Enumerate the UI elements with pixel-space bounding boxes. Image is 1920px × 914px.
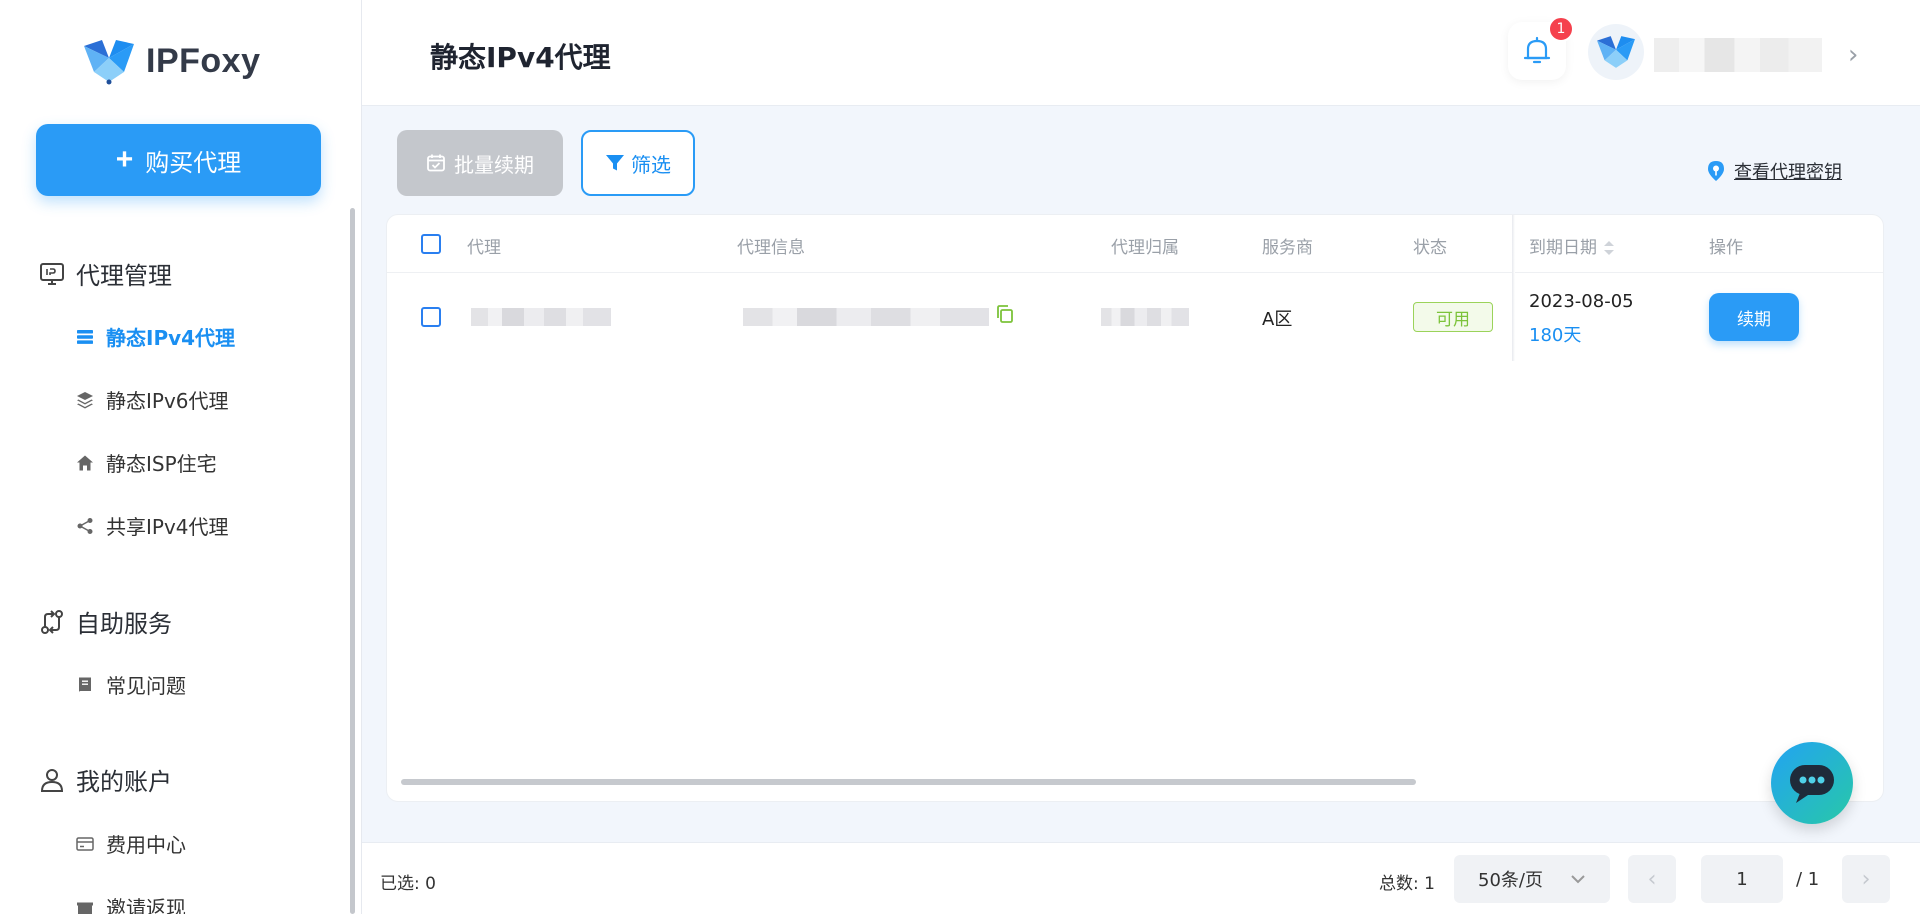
- sidebar-item-label: 静态IPv6代理: [106, 389, 229, 413]
- section-my-account[interactable]: 我的账户: [38, 762, 172, 797]
- sort-icon: [1604, 241, 1614, 255]
- chevron-left-icon: ‹: [1647, 866, 1657, 892]
- table-horizontal-scrollbar[interactable]: [401, 779, 1416, 785]
- prev-page-button[interactable]: ‹: [1628, 855, 1676, 903]
- location-key-icon: [1708, 161, 1724, 181]
- calendar-check-icon: [427, 154, 445, 172]
- provider-cell: A区: [1262, 309, 1293, 330]
- row-checkbox[interactable]: [421, 307, 441, 327]
- view-proxy-key-label: 查看代理密钥: [1734, 162, 1842, 183]
- sidebar-item-faq[interactable]: 常见问题: [76, 670, 186, 699]
- filter-label: 筛选: [631, 154, 671, 177]
- credit-card-icon: [76, 836, 94, 851]
- section-label: 自助服务: [76, 610, 172, 638]
- fox-avatar-icon: [1597, 36, 1635, 68]
- col-expiry[interactable]: 到期日期: [1529, 233, 1615, 258]
- chat-support-button[interactable]: [1771, 742, 1853, 824]
- copy-icon[interactable]: [995, 304, 1015, 324]
- renew-button[interactable]: 续期: [1709, 293, 1799, 341]
- total-pages: / 1: [1796, 869, 1820, 890]
- sidebar-item-label: 静态IPv4代理: [106, 326, 236, 350]
- ip-monitor-icon: [40, 262, 64, 285]
- page-size-value: 50条/页: [1478, 870, 1543, 891]
- buy-proxy-label: 购买代理: [145, 149, 242, 177]
- col-provider: 服务商: [1262, 238, 1313, 258]
- user-icon: [40, 768, 64, 792]
- pagination-bar: 已选: 0 总数: 1 50条/页 ‹ / 1 ›: [362, 842, 1920, 914]
- chevron-right-icon: ›: [1861, 866, 1871, 892]
- proxy-info-redacted: [743, 308, 989, 326]
- sidebar-item-static-isp[interactable]: 静态ISP住宅: [76, 448, 217, 477]
- top-header: 静态IPv4代理 1 ›: [362, 0, 1920, 106]
- chat-bubble-icon: [1790, 765, 1834, 803]
- sidebar-item-label: 常见问题: [106, 674, 186, 698]
- page-number-input[interactable]: [1701, 855, 1783, 903]
- total-count: 总数: 1: [1379, 874, 1435, 894]
- section-self-service[interactable]: 自助服务: [38, 604, 172, 639]
- exchange-icon: [41, 609, 63, 634]
- sidebar-item-label: 共享IPv4代理: [106, 515, 229, 539]
- brand-logo[interactable]: IPFoxy: [80, 36, 260, 86]
- view-proxy-key-link[interactable]: 查看代理密钥: [1706, 158, 1842, 184]
- gift-icon: [77, 902, 93, 914]
- sidebar-item-referral[interactable]: 邀请返现: [76, 892, 186, 914]
- batch-renew-button[interactable]: 批量续期: [397, 130, 563, 196]
- bell-icon: [1523, 36, 1551, 64]
- brand-name: IPFoxy: [146, 41, 261, 80]
- col-proxy-info: 代理信息: [737, 238, 805, 258]
- filter-icon: [606, 155, 624, 171]
- col-location: 代理归属: [1111, 238, 1179, 258]
- notification-badge: 1: [1548, 16, 1574, 42]
- filter-button[interactable]: 筛选: [581, 130, 695, 196]
- home-icon: [77, 455, 93, 470]
- sidebar-item-static-ipv6[interactable]: 静态IPv6代理: [76, 385, 229, 414]
- book-icon: [79, 677, 91, 692]
- sidebar-item-label: 邀请返现: [106, 896, 186, 914]
- proxy-ip-redacted: [471, 308, 611, 326]
- fixed-column-divider: [1512, 215, 1515, 361]
- server-list-icon: [77, 329, 93, 344]
- status-badge: 可用: [1413, 302, 1493, 332]
- selected-count: 已选: 0: [380, 874, 436, 894]
- plus-icon: +: [115, 143, 134, 176]
- col-expiry-label: 到期日期: [1529, 238, 1597, 258]
- sidebar-item-billing[interactable]: 费用中心: [76, 829, 186, 858]
- sidebar: IPFoxy + 购买代理 代理管理 静态IPv4代理 静态IPv6代理 静态I…: [0, 0, 362, 914]
- share-icon: [77, 517, 93, 534]
- fox-logo-icon: [84, 40, 134, 85]
- notifications-button[interactable]: 1: [1508, 16, 1574, 80]
- buy-proxy-button[interactable]: + 购买代理: [36, 124, 321, 196]
- page-size-select[interactable]: 50条/页: [1454, 855, 1610, 903]
- section-label: 我的账户: [76, 768, 172, 796]
- expiry-date: 2023-08-05: [1529, 291, 1634, 312]
- sidebar-item-shared-ipv4[interactable]: 共享IPv4代理: [76, 511, 229, 540]
- page-title: 静态IPv4代理: [430, 41, 611, 74]
- select-all-checkbox[interactable]: [421, 234, 441, 254]
- sidebar-item-label: 费用中心: [106, 833, 186, 857]
- sidebar-scrollbar[interactable]: [350, 208, 355, 914]
- avatar[interactable]: [1588, 24, 1644, 80]
- sidebar-item-label: 静态ISP住宅: [106, 452, 217, 476]
- chevron-right-icon[interactable]: ›: [1848, 40, 1858, 70]
- layers-icon: [77, 391, 93, 408]
- days-left: 180天: [1529, 325, 1582, 346]
- batch-renew-label: 批量续期: [454, 154, 534, 177]
- username-redacted[interactable]: [1654, 38, 1822, 72]
- table-header: 代理 代理信息 代理归属 服务商 状态 到期日期 操作: [387, 215, 1883, 273]
- section-proxy-management[interactable]: 代理管理: [38, 256, 172, 291]
- section-label: 代理管理: [76, 262, 172, 290]
- next-page-button[interactable]: ›: [1842, 855, 1890, 903]
- chevron-down-icon: [1571, 875, 1585, 884]
- col-action: 操作: [1709, 238, 1743, 258]
- sidebar-item-static-ipv4[interactable]: 静态IPv4代理: [76, 322, 235, 351]
- col-status: 状态: [1413, 238, 1447, 258]
- location-redacted: [1101, 308, 1189, 326]
- col-proxy: 代理: [467, 238, 501, 258]
- proxy-table: 代理 代理信息 代理归属 服务商 状态 到期日期 操作 A区 可用 2023-0…: [386, 214, 1884, 802]
